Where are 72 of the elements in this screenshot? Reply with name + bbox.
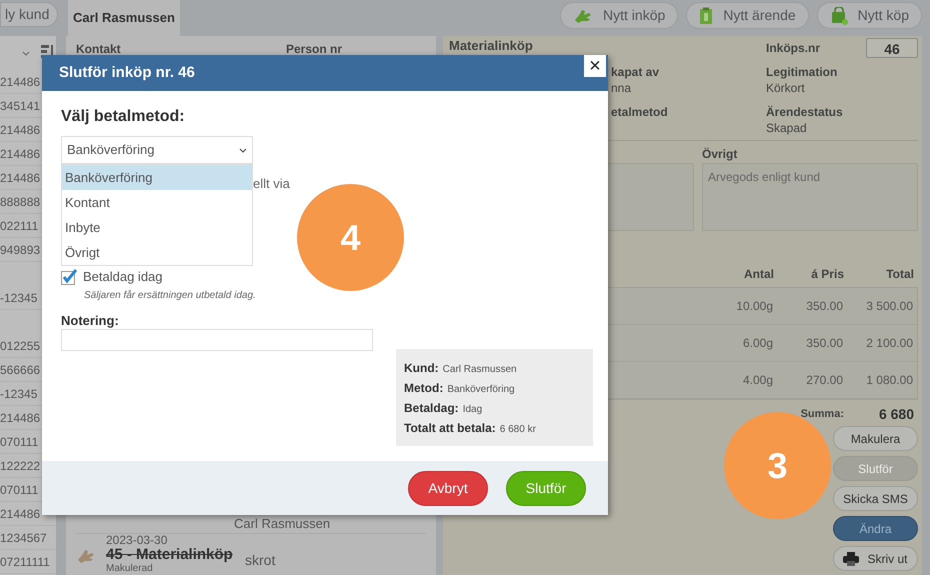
note-label: Notering: [61,313,120,329]
new-item-button[interactable]: Nytt köp [816,2,922,29]
field-value: nna [611,80,632,96]
action-button[interactable]: Makulera [833,426,918,451]
summary-label: Metod: [404,380,444,397]
customer-tab[interactable]: Carl Rasmussen [68,0,180,36]
table-cell-text: 350.00 [805,298,843,315]
field-label: Ärendestatus [766,104,844,120]
field-value: Skapad [766,120,808,136]
dropdown-option[interactable]: Banköverföring [62,165,252,190]
summary-value: 6 680 kr [500,423,536,437]
summary-value: Carl Rasmussen [442,363,517,377]
clipboard-icon [699,6,714,24]
column-header: Total [885,266,914,283]
action-button[interactable]: Skicka SMS [833,486,918,511]
table-cell-text: 4.00g [742,372,773,389]
action-button[interactable]: Ändra [833,516,918,541]
field-label: Övrigt [702,146,738,163]
note-input[interactable] [61,329,373,351]
row-title[interactable]: 45 - Materialinköp [106,547,245,563]
summary-label: Totalt att betala: [404,420,496,437]
field-label: Legitimation [766,64,838,80]
hand-icon [76,548,96,564]
dialog-heading: Välj betalmetod: [61,107,186,127]
table-cell-text: 10.00g [735,298,773,315]
hint-text: Säljaren får ersättningen utbetald idag. [83,289,257,303]
row-status: Makulerad [106,563,154,574]
new-item-button[interactable]: Nytt inköp [560,2,678,29]
new-item-button[interactable]: Nytt ärende [686,2,809,29]
summary-value: Idag [462,403,482,417]
table-cell-text: 270.00 [805,372,843,389]
summary-value: Banköverföring [447,383,515,397]
print-button[interactable]: Skriv ut [833,546,918,571]
table-cell-text: 6.00g [742,335,773,352]
confirm-button[interactable]: Slutför [506,470,586,506]
column-header: á Pris [810,266,844,283]
close-button[interactable]: × [584,55,606,77]
column-header: Antal [743,266,774,283]
sum-value: 6 680 [878,404,914,424]
sum-label: Summa: [800,406,844,422]
purchase-number: 46 [866,38,918,58]
table-cell-text: 1 080.00 [865,372,913,389]
checkbox[interactable] [61,269,77,285]
shopping-bag-icon [830,6,848,24]
table-cell-text: 2 100.00 [865,335,913,352]
checkbox-label: Betaldag idag [83,268,163,286]
payment-select[interactable]: Banköverföring [61,136,253,164]
new-customer-button[interactable]: ly kund [0,2,58,27]
caret-icon [22,50,30,56]
contact-name: Carl Rasmussen [234,516,330,531]
field-label: kapat av [611,64,660,80]
customer-number[interactable]: 07211111 [0,550,56,574]
customer-number[interactable]: 1234567 [0,526,56,550]
printer-icon [843,552,860,566]
field-value: Körkort [766,80,806,96]
dialog-title: Slutför inköp nr. 46 [59,62,195,83]
caret-icon [239,148,247,152]
field-label: Inköps.nr [766,40,820,57]
hand-icon [573,8,594,24]
purchase-title: Materialinköp [448,38,534,55]
other-text-area[interactable]: Arvegods enligt kund [702,163,918,231]
row-date: 2023-03-30 [106,534,168,547]
table-cell-text: 3 500.00 [865,298,913,315]
description-text: ellt via [253,175,290,193]
field-label: etalmetod [611,104,669,120]
summary-label: Betaldag: [404,400,459,417]
summary-label: Kund: [404,360,439,377]
cancel-button[interactable]: Avbryt [408,470,488,506]
column-header: Person nr [286,42,342,56]
table-cell-text: 350.00 [805,335,843,352]
column-header: Kontakt [76,42,122,56]
row-note: skrot [245,551,276,570]
